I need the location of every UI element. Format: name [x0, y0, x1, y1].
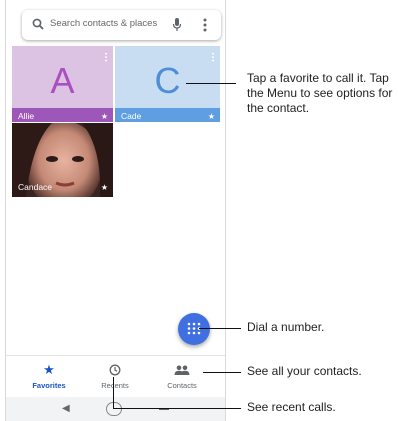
callout-line-favorite [186, 83, 236, 84]
tab-contacts[interactable]: Contacts [147, 356, 217, 398]
home-button[interactable] [106, 402, 122, 416]
tab-label: Contacts [167, 381, 197, 390]
contact-name: Allie [18, 111, 35, 121]
tile-menu-icon[interactable] [212, 52, 214, 62]
clock-icon [109, 364, 121, 376]
callout-line-recent-vertical [113, 377, 114, 409]
star-icon: ★ [100, 112, 108, 121]
tab-favorites[interactable]: ★ Favorites [14, 356, 84, 398]
callout-recent: See recent calls. [247, 400, 336, 414]
people-icon [174, 365, 190, 375]
favorite-tile-allie[interactable]: A Allie ★ [12, 46, 113, 122]
microphone-icon[interactable] [172, 17, 182, 33]
bottom-navigation: ★ Favorites Recents Contacts [6, 355, 225, 398]
star-icon: ★ [43, 362, 55, 377]
tab-label: Recents [101, 381, 129, 390]
dialpad-button[interactable] [178, 313, 210, 345]
callout-line-dial [199, 328, 241, 329]
callout-contacts: See all your contacts. [247, 364, 362, 378]
callout-line-recent [113, 408, 241, 409]
tab-recents[interactable]: Recents [80, 356, 150, 398]
favorite-tile-cade[interactable]: C Cade ★ [115, 46, 220, 122]
favorite-tile-candace[interactable]: Candace ★ [12, 123, 113, 197]
more-options-icon[interactable] [203, 18, 207, 32]
search-bar[interactable]: Search contacts & places [22, 10, 221, 40]
phone-screen: Search contacts & places A Allie ★ C Cad… [5, 0, 226, 421]
contact-name: Cade [121, 111, 142, 121]
star-icon: ★ [100, 183, 108, 192]
back-icon[interactable]: ◀ [62, 403, 70, 414]
star-icon: ★ [207, 112, 215, 121]
tab-label: Favorites [32, 381, 66, 390]
contact-name: Candace [18, 182, 53, 192]
tile-menu-icon[interactable] [105, 52, 107, 62]
contact-initial: A [50, 60, 75, 101]
callout-line-contacts [203, 372, 241, 373]
callout-dial: Dial a number. [247, 320, 325, 334]
search-input[interactable]: Search contacts & places [50, 18, 157, 29]
dialpad-icon [187, 322, 201, 335]
search-icon [32, 18, 44, 30]
contact-initial: C [154, 60, 181, 101]
callout-favorite: Tap a favorite to call it. Tap the Menu … [247, 71, 393, 115]
system-navigation-bar: ◀ [6, 397, 225, 421]
